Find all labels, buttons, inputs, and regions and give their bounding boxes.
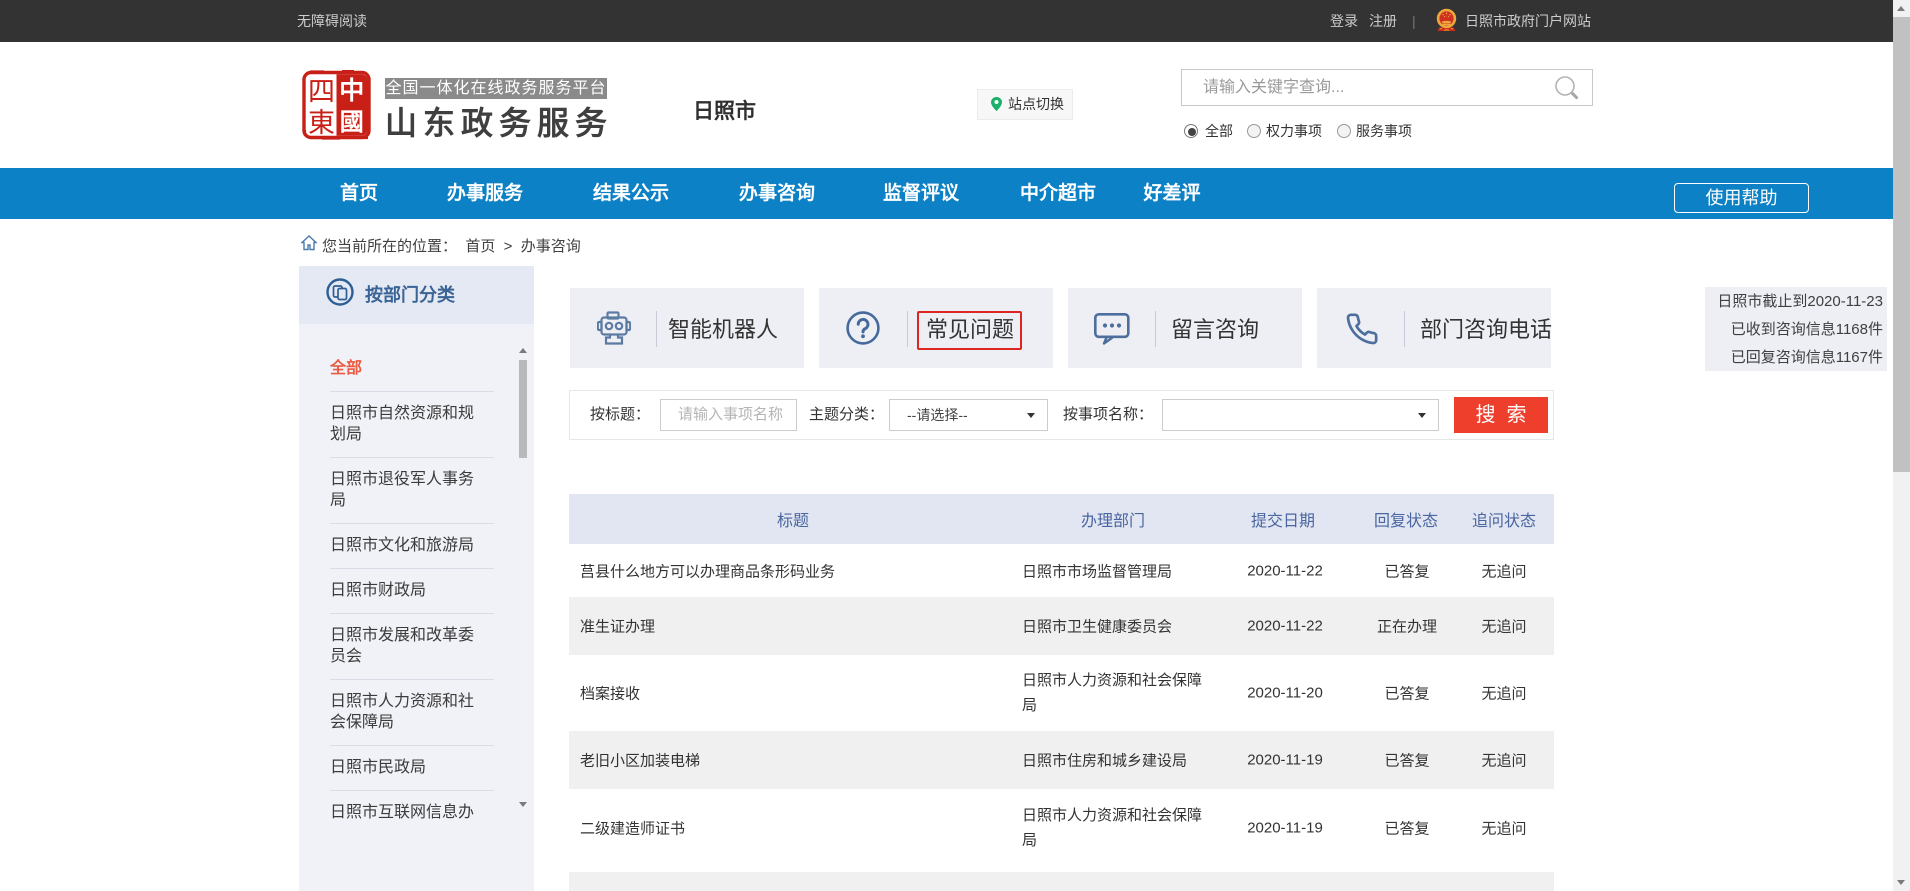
svg-text:東: 東: [308, 108, 335, 138]
svg-text:中: 中: [339, 77, 364, 105]
svg-text:四: 四: [308, 77, 335, 107]
svg-text:國: 國: [340, 109, 364, 136]
